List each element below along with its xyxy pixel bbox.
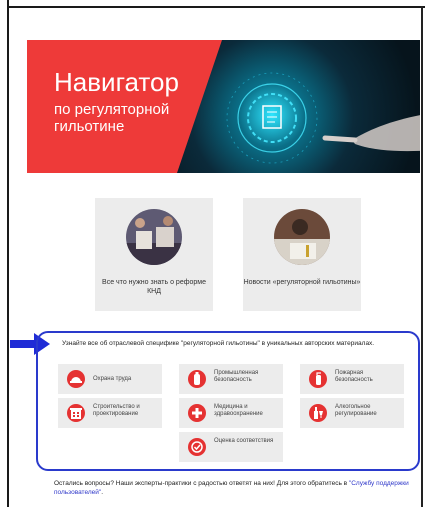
tile-medicine[interactable]: Медицина и здравоохранение	[179, 398, 283, 428]
card-label: Новости «регуляторной гильотины»	[243, 279, 361, 286]
tile-label: Пожарная безопасность	[335, 370, 373, 383]
footer-note: Остались вопросы? Наши эксперты-практики…	[54, 479, 420, 497]
tile-alcohol[interactable]: Алкогольное регулирование	[300, 398, 404, 428]
tile-label: Охрана труда	[93, 376, 132, 382]
frame-right-border	[421, 6, 423, 507]
tile-label: Оценка соответствия	[214, 438, 274, 444]
tile-labor-safety[interactable]: Охрана труда	[58, 364, 162, 394]
bottle-glass-icon	[309, 404, 327, 422]
hand-icon	[352, 112, 420, 152]
tile-construction[interactable]: Строительство и проектирование	[58, 398, 162, 428]
frame-top-border	[7, 6, 425, 8]
hero-banner[interactable]: Навигатор по регуляторной гильотине	[27, 40, 420, 173]
helmet-icon	[67, 370, 85, 388]
panel-intro: Узнайте все об отраслевой специфике "рег…	[62, 340, 375, 347]
tile-label: Медицина и здравоохранение	[214, 404, 263, 417]
tile-label: Алкогольное регулирование	[335, 404, 377, 417]
footer-text: Остались вопросы? Наши эксперты-практики…	[54, 480, 348, 487]
footer-end: .	[101, 489, 104, 496]
person-signing-image	[274, 209, 330, 265]
frame-left-border	[7, 0, 9, 507]
card-label: Все что нужно знать о реформе КНД	[102, 279, 206, 295]
hero-subtitle: по регуляторной гильотине	[54, 101, 170, 135]
tile-label: Промышленная безопасность	[214, 370, 259, 383]
check-circle-icon	[188, 438, 206, 456]
card-news[interactable]: Новости «регуляторной гильотины»	[243, 198, 361, 311]
gas-cylinder-icon	[188, 370, 206, 388]
tile-fire-safety[interactable]: Пожарная безопасность	[300, 364, 404, 394]
tile-industrial-safety[interactable]: Промышленная безопасность	[179, 364, 283, 394]
medical-cross-icon	[188, 404, 206, 422]
people-meeting-image	[126, 209, 182, 265]
hero-title: Навигатор	[54, 67, 179, 97]
card-kn-reform[interactable]: Все что нужно знать о реформе КНД	[95, 198, 213, 311]
fire-extinguisher-icon	[309, 370, 327, 388]
tile-conformity[interactable]: Оценка соответствия	[179, 432, 283, 462]
building-icon	[67, 404, 85, 422]
tile-label: Строительство и проектирование	[93, 404, 140, 417]
